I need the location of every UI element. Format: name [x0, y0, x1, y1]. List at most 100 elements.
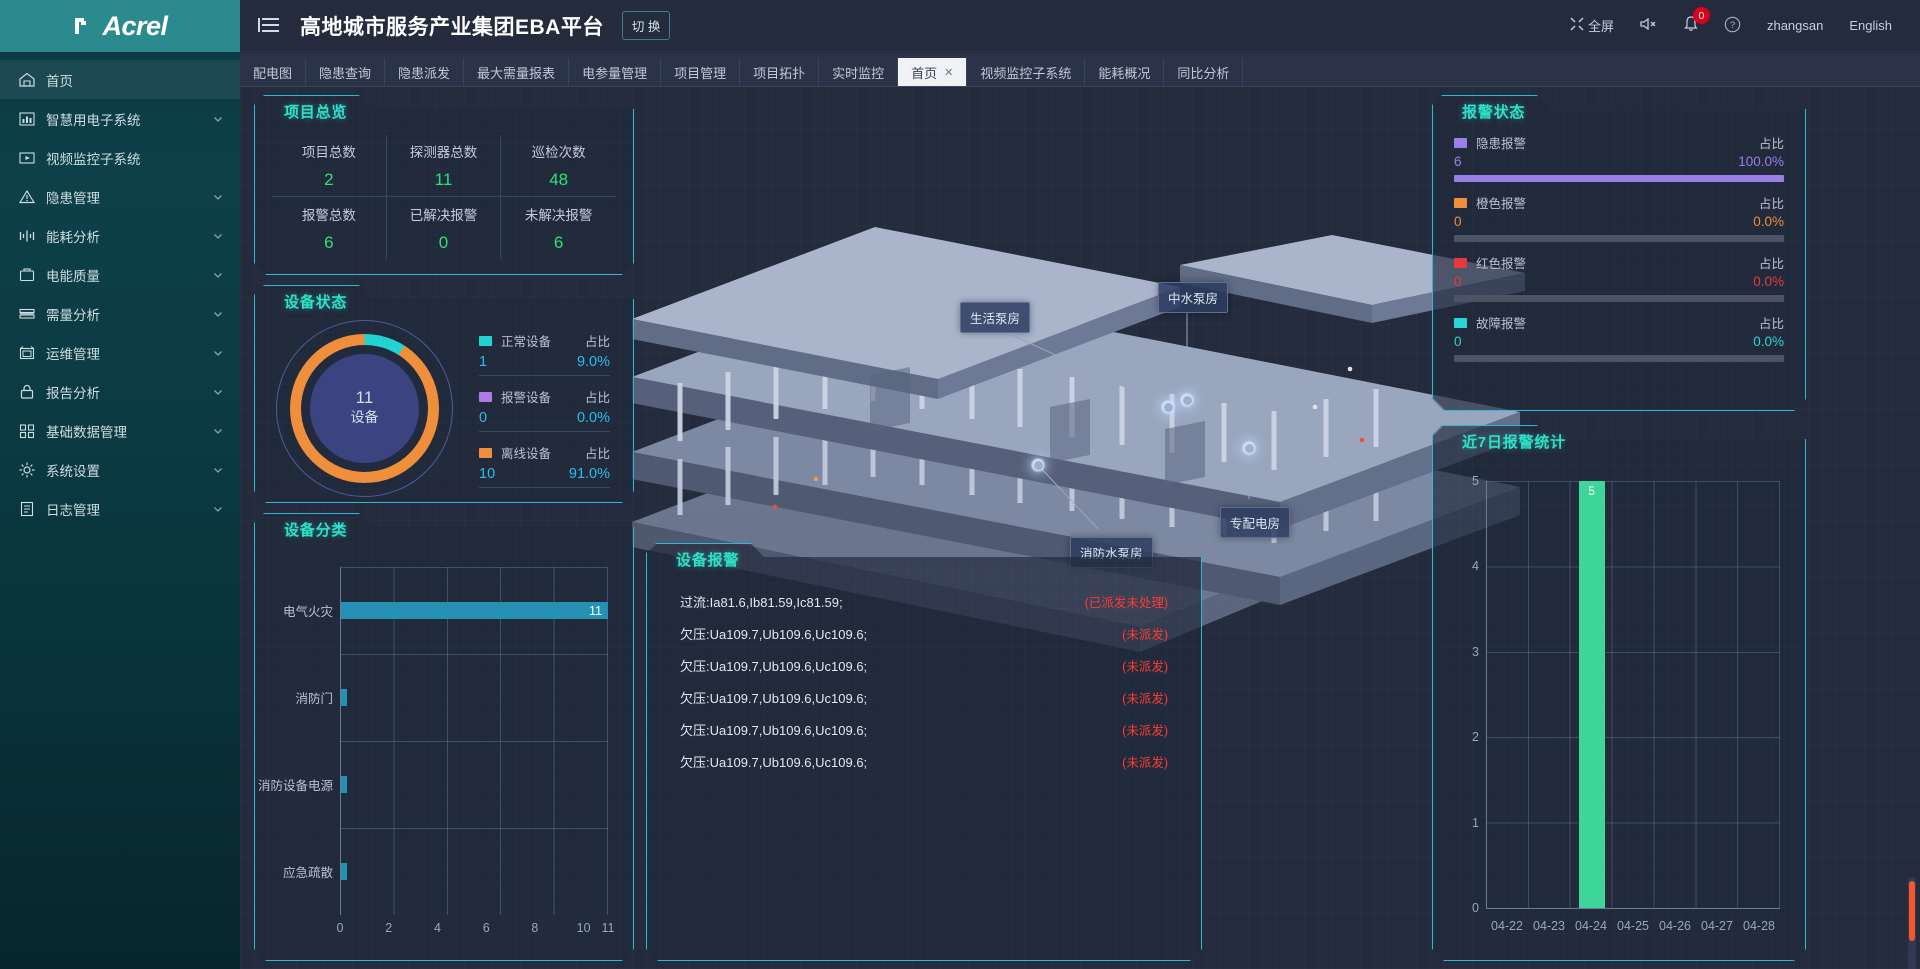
overview-label: 已解决报警 — [410, 204, 478, 224]
category-bar[interactable] — [341, 689, 347, 706]
panel-title: 项目总览 — [284, 101, 347, 122]
overview-value: 2 — [324, 170, 333, 190]
scrollbar-thumb[interactable] — [1909, 881, 1915, 941]
sidebar-item-7[interactable]: 运维管理 — [0, 333, 240, 372]
toolbox-icon — [18, 344, 36, 362]
sidebar-item-label: 首页 — [46, 70, 224, 90]
category-value: 11 — [589, 604, 602, 618]
switch-button[interactable]: 切 换 — [622, 11, 670, 40]
scene-tag-1[interactable]: 中水泵房 — [1158, 282, 1228, 313]
y-tick-label: 4 — [1472, 559, 1479, 573]
weekly-column-5 — [1696, 481, 1738, 908]
chevron-down-icon[interactable] — [212, 230, 224, 242]
tab-6[interactable]: 项目拓扑 — [740, 58, 819, 86]
chevron-down-icon[interactable] — [212, 308, 224, 320]
language-switcher[interactable]: English — [1849, 18, 1892, 33]
chevron-down-icon[interactable] — [212, 464, 224, 476]
alarm-row-4[interactable]: 欠压:Ua109.7,Ub109.6,Uc109.6;(未派发) — [680, 715, 1168, 743]
overview-value: 0 — [439, 233, 448, 253]
device-category-chart: 电气火灾11消防门消防设备电源应急疏散 024681011 — [262, 555, 618, 951]
document-icon — [18, 500, 36, 518]
x-tick-label: 11 — [602, 921, 615, 935]
fullscreen-button[interactable]: 全屏 — [1570, 16, 1614, 35]
legend-percent: 9.0% — [577, 354, 610, 370]
sidebar-item-label: 隐患管理 — [46, 187, 212, 207]
tab-label: 电参量管理 — [582, 63, 647, 82]
tab-label: 最大需量报表 — [477, 63, 555, 82]
sidebar-item-1[interactable]: 智慧用电子系统 — [0, 99, 240, 138]
tab-11[interactable]: 同比分析 — [1164, 58, 1243, 86]
sidebar-item-0[interactable]: 首页 — [0, 60, 240, 99]
scene-tag-2[interactable]: 专配电房 — [1220, 507, 1290, 538]
sidebar-item-10[interactable]: 系统设置 — [0, 450, 240, 489]
scene-tag-anchor-dot — [1034, 461, 1043, 470]
chevron-down-icon[interactable] — [212, 386, 224, 398]
alarm-row-5[interactable]: 欠压:Ua109.7,Ub109.6,Uc109.6;(未派发) — [680, 747, 1168, 775]
overview-label: 探测器总数 — [410, 141, 478, 161]
category-bar[interactable]: 11 — [341, 602, 608, 619]
hamburger-icon[interactable] — [258, 17, 280, 34]
tab-5[interactable]: 项目管理 — [661, 58, 740, 86]
tab-10[interactable]: 能耗概况 — [1085, 58, 1164, 86]
weekly-bar[interactable]: 5 — [1579, 481, 1605, 908]
brand-logo[interactable]: Acrel — [0, 0, 240, 52]
x-tick-label: 8 — [531, 921, 538, 935]
status-label: 隐患报警 — [1476, 133, 1526, 152]
sidebar-item-9[interactable]: 基础数据管理 — [0, 411, 240, 450]
notification-badge: 0 — [1693, 7, 1710, 24]
category-label: 消防门 — [295, 688, 333, 707]
tab-9[interactable]: 视频监控子系统 — [967, 58, 1085, 86]
user-menu[interactable]: zhangsan — [1767, 18, 1823, 33]
chevron-down-icon[interactable] — [212, 269, 224, 281]
sidebar-item-8[interactable]: 报告分析 — [0, 372, 240, 411]
overview-cell-2: 巡检次数48 — [501, 135, 616, 197]
tab-4[interactable]: 电参量管理 — [569, 58, 661, 86]
x-tick-label: 10 — [577, 921, 591, 935]
sidebar-item-2[interactable]: 视频监控子系统 — [0, 138, 240, 177]
legend-label: 正常设备 — [501, 331, 551, 350]
scene-tag-0[interactable]: 生活泵房 — [960, 302, 1030, 333]
x-tick-label: 04-26 — [1659, 919, 1691, 933]
sidebar-item-4[interactable]: 能耗分析 — [0, 216, 240, 255]
help-button[interactable]: ? — [1724, 16, 1741, 36]
alarm-text: 欠压:Ua109.7,Ub109.6,Uc109.6; — [680, 656, 867, 675]
device-status-donut[interactable]: 11 设备 — [272, 316, 457, 501]
overview-grid: 项目总数2探测器总数11巡检次数48报警总数6已解决报警0未解决报警6 — [272, 135, 616, 259]
tab-8[interactable]: 首页✕ — [898, 58, 967, 86]
alarm-row-0[interactable]: 过流:Ia81.6,Ib81.59,Ic81.59;(已派发未处理) — [680, 587, 1168, 615]
category-bar[interactable] — [341, 776, 347, 793]
vertical-scrollbar[interactable] — [1908, 877, 1916, 969]
sidebar-item-5[interactable]: 电能质量 — [0, 255, 240, 294]
tab-1[interactable]: 隐患查询 — [306, 58, 385, 86]
chevron-down-icon[interactable] — [212, 425, 224, 437]
notifications-button[interactable]: 0 — [1684, 16, 1698, 35]
tab-label: 能耗概况 — [1098, 63, 1150, 82]
sidebar-item-label: 日志管理 — [46, 499, 212, 519]
category-bar[interactable] — [341, 863, 347, 880]
mute-button[interactable] — [1640, 17, 1658, 34]
weekly-alarm-panel: 近7日报警统计 5012345 04-2204-2304-2404-2504-2… — [1432, 425, 1806, 961]
weekly-bar-value: 5 — [1579, 484, 1605, 498]
status-label: 橙色报警 — [1476, 193, 1526, 212]
chevron-down-icon[interactable] — [212, 503, 224, 515]
sidebar-item-6[interactable]: 需量分析 — [0, 294, 240, 333]
close-icon[interactable]: ✕ — [944, 66, 953, 79]
category-row-1: 消防门 — [341, 654, 608, 741]
sidebar-item-3[interactable]: 隐患管理 — [0, 177, 240, 216]
tab-label: 隐患派发 — [398, 63, 450, 82]
tab-2[interactable]: 隐患派发 — [385, 58, 464, 86]
tab-3[interactable]: 最大需量报表 — [464, 58, 569, 86]
chevron-down-icon[interactable] — [212, 347, 224, 359]
sidebar-item-11[interactable]: 日志管理 — [0, 489, 240, 528]
alarm-row-1[interactable]: 欠压:Ua109.7,Ub109.6,Uc109.6;(未派发) — [680, 619, 1168, 647]
chevron-down-icon[interactable] — [212, 191, 224, 203]
overview-value: 11 — [435, 170, 453, 190]
alarm-row-2[interactable]: 欠压:Ua109.7,Ub109.6,Uc109.6;(未派发) — [680, 651, 1168, 679]
tab-7[interactable]: 实时监控 — [819, 58, 898, 86]
tab-0[interactable]: 配电图 — [240, 58, 306, 86]
alarm-row-3[interactable]: 欠压:Ua109.7,Ub109.6,Uc109.6;(未派发) — [680, 683, 1168, 711]
project-overview-panel: 项目总览 项目总数2探测器总数11巡检次数48报警总数6已解决报警0未解决报警6 — [254, 95, 634, 275]
tab-label: 视频监控子系统 — [980, 63, 1071, 82]
weekly-alarm-chart: 5012345 04-2204-2304-2404-2504-2604-2704… — [1438, 467, 1792, 951]
chevron-down-icon[interactable] — [212, 113, 224, 125]
